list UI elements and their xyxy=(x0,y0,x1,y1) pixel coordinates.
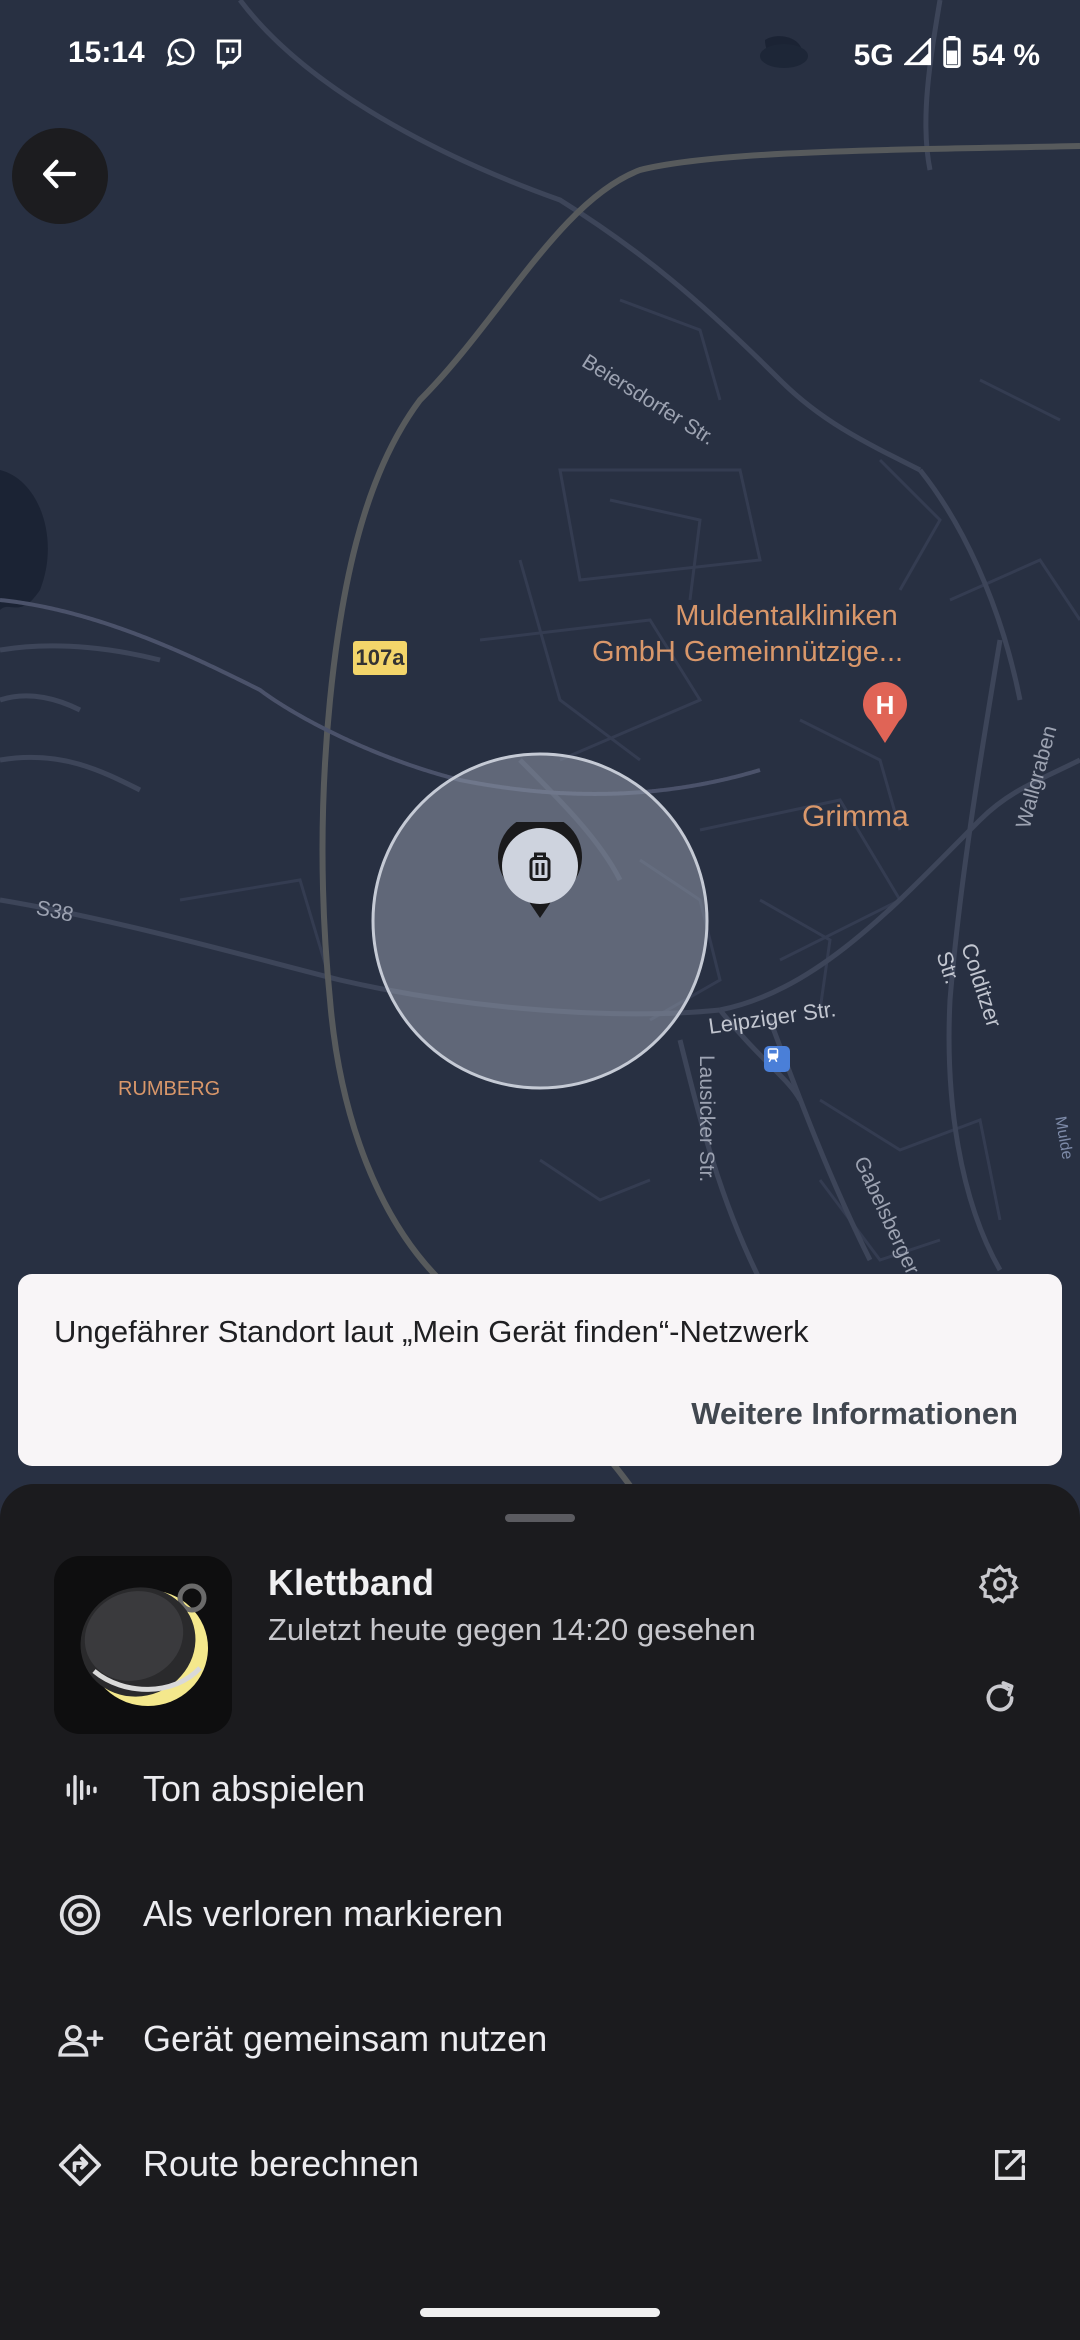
open-external-icon[interactable] xyxy=(980,2135,1040,2195)
refresh-button[interactable] xyxy=(970,1670,1030,1730)
arrow-back-icon xyxy=(39,153,81,200)
poi-label-hospital: Muldentalkliniken GmbH Gemeinnützige... xyxy=(592,598,903,670)
action-label: Ton abspielen xyxy=(143,1768,366,1809)
approximate-location-card: Ungefährer Standort laut „Mein Gerät fin… xyxy=(18,1274,1062,1466)
action-play-sound[interactable]: Ton abspielen xyxy=(0,1730,1080,1850)
cellular-signal-icon xyxy=(902,36,932,74)
luggage-icon xyxy=(522,848,558,884)
twitch-icon xyxy=(213,36,245,78)
device-bottom-sheet: Klettband Zuletzt heute gegen 14:20 gese… xyxy=(0,1484,1080,2340)
action-route[interactable]: Route berechnen xyxy=(0,2105,1080,2225)
sound-wave-icon xyxy=(50,1760,110,1820)
city-label-grimma: Grimma xyxy=(802,800,909,833)
directions-icon xyxy=(50,2135,110,2195)
road-shield-107a: 107a xyxy=(353,641,407,675)
device-image xyxy=(54,1556,232,1734)
person-add-icon xyxy=(50,2010,110,2070)
battery-percent: 54 % xyxy=(971,39,1040,72)
gear-icon xyxy=(978,1563,1021,1610)
gesture-navigation-bar[interactable] xyxy=(420,2308,660,2317)
poi-label-hospital-line1: Muldentalkliniken xyxy=(675,600,898,632)
train-station-icon[interactable] xyxy=(764,1046,790,1072)
area-label-rumberg: RUMBERG xyxy=(118,1078,221,1100)
status-bar: 15:14 5G 54 % xyxy=(0,0,1080,110)
drag-handle[interactable] xyxy=(505,1514,575,1522)
device-name: Klettband xyxy=(268,1562,434,1603)
action-label: Gerät gemeinsam nutzen xyxy=(143,2018,548,2059)
cloud-icon xyxy=(758,36,810,78)
approximate-location-text: Ungefährer Standort laut „Mein Gerät fin… xyxy=(54,1314,809,1349)
whatsapp-icon xyxy=(163,36,197,78)
last-seen-text: Zuletzt heute gegen 14:20 gesehen xyxy=(268,1612,756,1647)
street-label-lausicker: Lausicker Str. xyxy=(695,1055,718,1183)
poi-label-hospital-line2: GmbH Gemeinnützige... xyxy=(592,636,904,668)
more-info-link[interactable]: Weitere Informationen xyxy=(691,1396,1018,1432)
action-label: Route berechnen xyxy=(143,2143,420,2184)
action-label: Als verloren markieren xyxy=(143,1893,504,1934)
hospital-marker-letter: H xyxy=(875,690,895,720)
back-button[interactable] xyxy=(12,128,108,224)
action-share-device[interactable]: Gerät gemeinsam nutzen xyxy=(0,1980,1080,2100)
network-type: 5G xyxy=(853,39,894,72)
action-mark-lost[interactable]: Als verloren markieren xyxy=(0,1855,1080,1975)
battery-icon xyxy=(942,36,962,76)
status-time: 15:14 xyxy=(68,36,145,69)
settings-button[interactable] xyxy=(970,1556,1030,1616)
status-right: 5G 54 % xyxy=(854,36,1040,76)
refresh-icon xyxy=(980,1678,1020,1723)
lost-target-icon xyxy=(50,1885,110,1945)
hospital-marker-icon[interactable]: H xyxy=(861,681,909,745)
device-location-pin[interactable] xyxy=(495,822,585,922)
